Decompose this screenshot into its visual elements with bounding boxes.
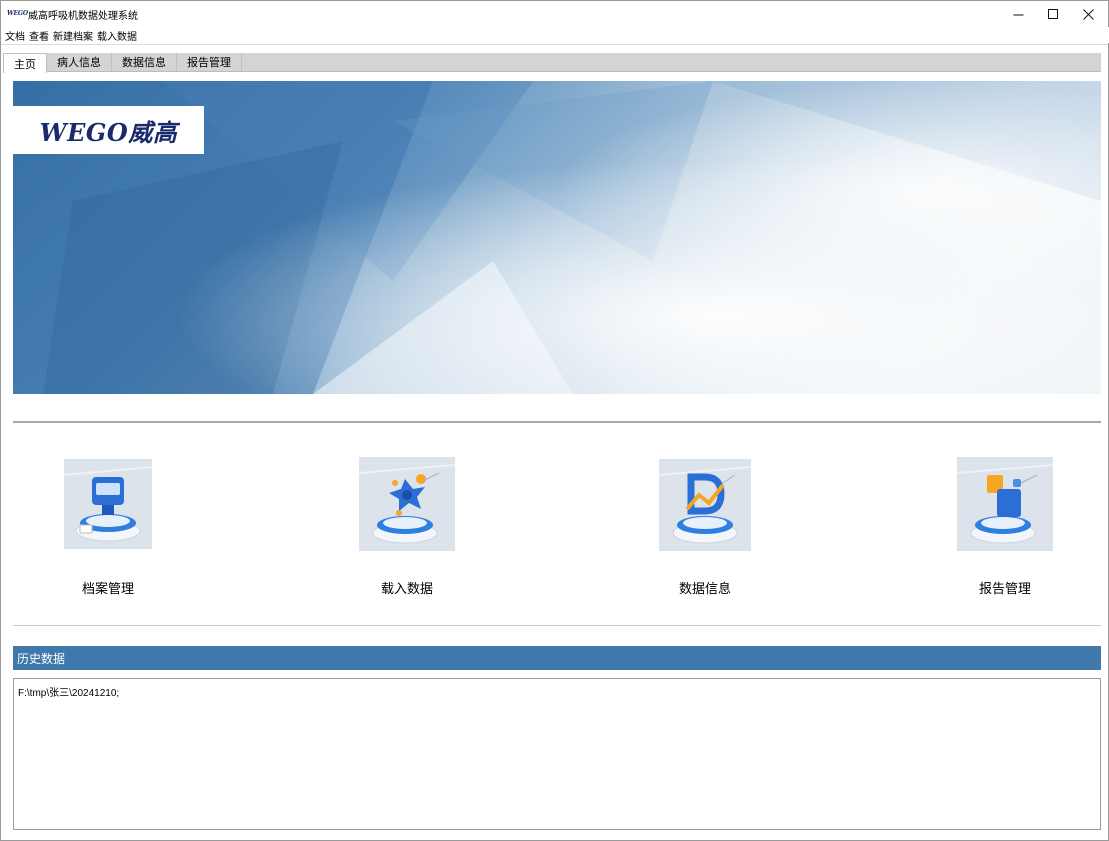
minimize-icon [1013,14,1024,15]
maximize-button[interactable] [1036,1,1071,27]
data-info-icon [657,453,753,553]
app-window: WEGO 威高呼吸机数据处理系统 文档 查看 新建档案 载入数据 主页 病人信息… [0,0,1109,841]
tab-data-info[interactable]: 数据信息 [112,53,177,71]
tab-bar: 主页 病人信息 数据信息 报告管理 [3,53,1101,73]
minimize-button[interactable] [1001,1,1036,27]
report-icon [956,453,1054,553]
history-panel-title: 历史数据 [13,646,1101,670]
logo-text: WEGO威高 [39,117,178,147]
app-logo-icon: WEGO [7,10,28,17]
feature-report-management[interactable]: 报告管理 [935,453,1075,597]
archive-icon [60,453,156,553]
close-button[interactable] [1071,1,1106,27]
history-divider [13,625,1101,626]
maximize-icon [1048,8,1058,19]
brand-logo: WEGO威高 [13,106,204,154]
feature-label: 载入数据 [380,582,433,597]
menu-bar: 文档 查看 新建档案 载入数据 [1,27,1109,43]
list-item[interactable]: F:\tmp\张三\20241210; [18,684,1096,699]
section-divider [13,421,1101,423]
window-title: 威高呼吸机数据处理系统 [28,11,138,22]
close-icon [1083,8,1094,20]
tab-home[interactable]: 主页 [3,53,47,73]
tab-patient-info[interactable]: 病人信息 [47,53,112,71]
feature-label: 数据信息 [678,582,731,597]
menu-new-archive[interactable]: 新建档案 [53,28,93,43]
feature-load-data[interactable]: 载入数据 [337,453,477,597]
tab-report-management[interactable]: 报告管理 [177,53,242,71]
title-bar[interactable]: WEGO 威高呼吸机数据处理系统 [1,1,1108,27]
menu-view[interactable]: 查看 [29,28,49,43]
feature-label: 档案管理 [81,582,134,597]
hero-banner: WEGO威高 [13,81,1101,394]
menu-load-data[interactable]: 载入数据 [97,28,137,43]
feature-label: 报告管理 [978,582,1031,597]
history-list[interactable]: F:\tmp\张三\20241210; [13,678,1101,830]
feature-archive-management[interactable]: 档案管理 [38,453,178,597]
feature-data-info[interactable]: 数据信息 [635,453,775,597]
load-data-icon [358,453,456,553]
menu-document[interactable]: 文档 [5,28,25,43]
menu-divider [1,44,1108,45]
